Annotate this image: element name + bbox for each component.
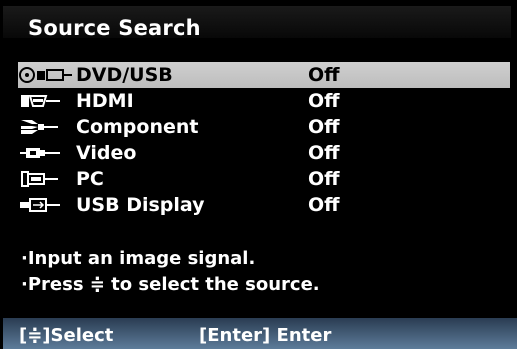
source-label: HDMI (76, 90, 134, 112)
source-status: Off (308, 194, 340, 216)
source-item-hdmi[interactable]: HDMI Off (18, 88, 510, 114)
usb-display-icon (18, 196, 76, 214)
source-label: DVD/USB (76, 64, 173, 86)
info-message-instruction: ·Press ≑ to select the source. (21, 274, 320, 295)
info-message-signal: ·Input an image signal. (21, 248, 256, 269)
source-item-usb-display[interactable]: USB Display Off (18, 192, 510, 218)
source-item-pc[interactable]: PC Off (18, 166, 510, 192)
enter-hint: [Enter] Enter (199, 325, 332, 346)
source-status: Off (308, 142, 340, 164)
source-label: USB Display (76, 194, 205, 216)
source-item-dvd-usb[interactable]: DVD/USB Off (18, 62, 510, 88)
footer-hint-bar: [≑]Select [Enter] Enter (3, 318, 517, 349)
source-search-screen: Source Search DVD/USB Off HDMI Off Compo… (0, 0, 517, 349)
page-title: Source Search (28, 16, 201, 40)
source-item-component[interactable]: Component Off (18, 114, 510, 140)
source-status: Off (308, 168, 340, 190)
hdmi-icon (18, 92, 76, 110)
component-icon (18, 118, 76, 136)
source-status: Off (308, 64, 340, 86)
source-label: Component (76, 116, 199, 138)
source-status: Off (308, 90, 340, 112)
dvd-usb-icon (18, 66, 76, 84)
select-hint: [≑]Select (19, 325, 114, 346)
pc-icon (18, 170, 76, 188)
title-bar: Source Search (3, 6, 511, 40)
source-label: PC (76, 168, 104, 190)
source-status: Off (308, 116, 340, 138)
source-label: Video (76, 142, 137, 164)
video-icon (18, 144, 76, 162)
source-list-panel: DVD/USB Off HDMI Off Component Off Video… (3, 42, 511, 309)
source-item-video[interactable]: Video Off (18, 140, 510, 166)
